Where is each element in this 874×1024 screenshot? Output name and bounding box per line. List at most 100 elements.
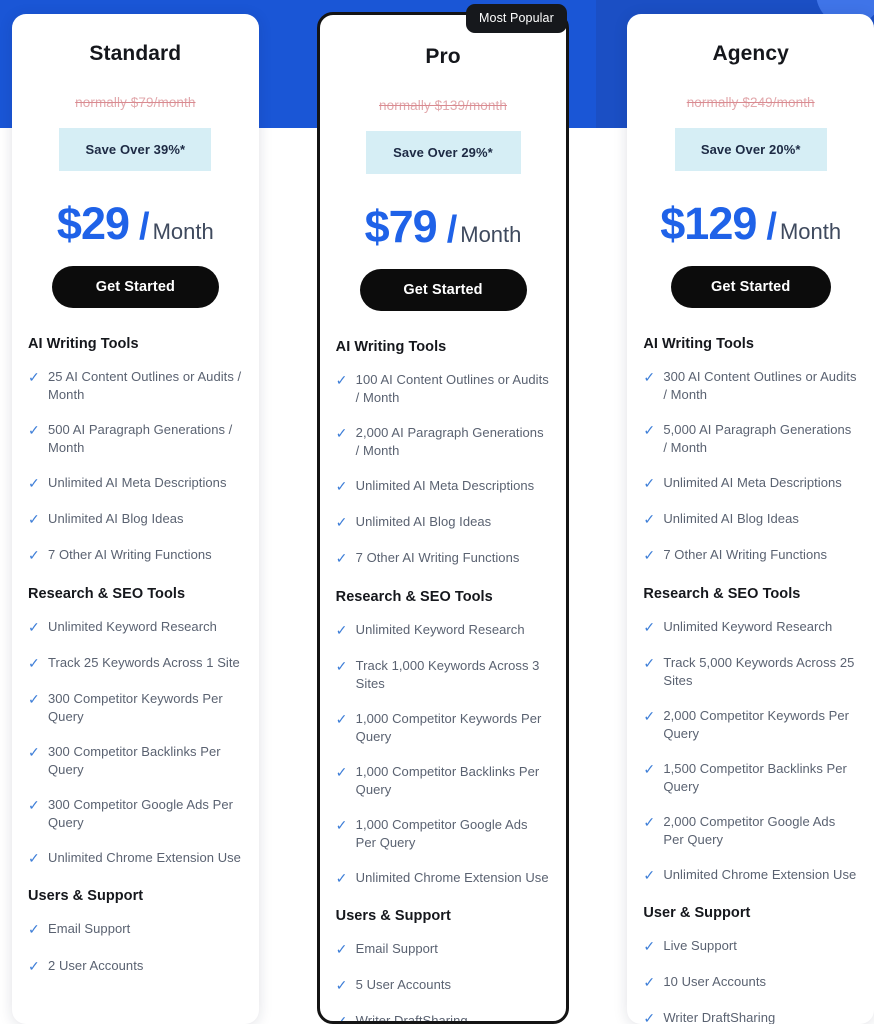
feature-item-label: Email Support <box>48 921 131 937</box>
check-icon: ✓ <box>28 921 40 938</box>
price-period-agency: Month <box>779 219 842 244</box>
feature-group: AI Writing Tools ✓ 300 AI Content Outlines… <box>643 336 858 566</box>
feature-item-label: Writer DraftSharing <box>663 1010 776 1024</box>
pricing-card-agency: Agency normally $249/month Save Over 20%… <box>627 14 874 1024</box>
feature-group-title: AI Writing Tools <box>28 336 139 352</box>
feature-item-label: Track 1,000 Keywords Across 3 Sites <box>355 658 540 691</box>
feature-item: ✓ Email Support <box>28 920 243 939</box>
feature-item-label: Unlimited AI Blog Ideas <box>355 514 492 530</box>
check-icon: ✓ <box>335 763 348 780</box>
check-icon: ✓ <box>335 816 348 833</box>
check-icon: ✓ <box>28 421 40 438</box>
feature-item: ✓ 25 AI Content Outlines or Audits / Mont… <box>28 368 243 404</box>
feature-item-label: 5 User Accounts <box>355 977 452 993</box>
feature-item-label: 500 AI Paragraph Generations / Month <box>48 421 233 455</box>
feature-item-label: Unlimited Keyword Research <box>663 618 833 634</box>
check-icon: ✓ <box>643 707 656 724</box>
feature-item-label: Unlimited AI Meta Descriptions <box>48 474 227 490</box>
feature-item-label: Unlimited AI Blog Ideas <box>663 511 799 527</box>
feature-item: ✓ Writer DraftSharing <box>335 1012 551 1024</box>
feature-item: ✓ 500 AI Paragraph Generations / Month <box>28 421 243 457</box>
feature-item-label: Writer DraftSharing <box>355 1013 468 1024</box>
feature-item-label: Unlimited AI Meta Descriptions <box>663 474 842 490</box>
check-icon: ✓ <box>643 618 656 635</box>
pricing-plans: Standard normally $79/month Save Over 39… <box>0 0 874 1024</box>
get-started-button-standard[interactable]: Get Started <box>51 266 219 308</box>
price-period-standard: Month <box>152 219 214 244</box>
feature-item: ✓ Email Support <box>336 940 551 959</box>
original-price-pro: normally $139/month <box>379 98 507 113</box>
feature-item-label: 300 Competitor Keywords Per Query <box>48 691 223 725</box>
get-started-button-agency[interactable]: Get Started <box>670 266 831 308</box>
original-price-agency: normally $249/month <box>686 95 815 110</box>
feature-item: ✓ 2,000 Competitor Google Ads Per Query <box>643 813 858 849</box>
get-started-button-pro[interactable]: Get Started <box>359 269 527 311</box>
check-icon: ✓ <box>335 869 348 886</box>
check-icon: ✓ <box>643 974 656 991</box>
feature-group: Research & SEO Tools ✓ Unlimited Keyword R… <box>28 586 243 869</box>
feature-item: ✓ 2,000 AI Paragraph Generations / Month <box>336 424 551 460</box>
savings-badge-agency: Save Over 20%* <box>674 128 827 171</box>
feature-group: AI Writing Tools ✓ 100 AI Content Outlines… <box>336 339 551 569</box>
feature-item: ✓ 5,000 AI Paragraph Generations / Month <box>643 421 858 457</box>
feature-item-label: 10 User Accounts <box>663 974 767 990</box>
feature-item: ✓ 5 User Accounts <box>336 976 551 995</box>
feature-group-title: AI Writing Tools <box>643 336 754 352</box>
check-icon: ✓ <box>28 511 40 528</box>
features-standard: AI Writing Tools ✓ 25 AI Content Outlines … <box>12 308 259 976</box>
pricing-card-standard: Standard normally $79/month Save Over 39… <box>12 14 259 1024</box>
check-icon: ✓ <box>643 511 656 528</box>
feature-item: ✓ Unlimited Chrome Extension Use <box>643 866 858 885</box>
feature-item-label: 1,000 Competitor Backlinks Per Query <box>355 763 540 797</box>
feature-group: Research & SEO Tools ✓ Unlimited Keyword R… <box>643 586 858 885</box>
feature-item-label: Unlimited Chrome Extension Use <box>663 866 857 882</box>
price-separator-pro: / <box>446 209 458 251</box>
feature-item-label: 100 AI Content Outlines or Audits / Mont… <box>355 372 549 405</box>
price-separator-standard: / <box>139 206 150 248</box>
check-icon: ✓ <box>28 618 40 635</box>
feature-group: AI Writing Tools ✓ 25 AI Content Outlines … <box>28 336 243 566</box>
check-icon: ✓ <box>28 369 40 385</box>
feature-group-title: AI Writing Tools <box>335 339 447 355</box>
check-icon: ✓ <box>643 655 656 671</box>
feature-item: ✓ Track 25 Keywords Across 1 Site <box>28 654 243 673</box>
check-icon: ✓ <box>335 550 348 567</box>
feature-item: ✓ 7 Other AI Writing Functions <box>28 546 243 565</box>
feature-item-label: 2,000 AI Paragraph Generations / Month <box>355 424 544 458</box>
check-icon: ✓ <box>28 547 40 564</box>
check-icon: ✓ <box>335 658 348 674</box>
feature-item: ✓ 2,000 Competitor Keywords Per Query <box>643 707 858 743</box>
price-row-agency: $129 / Month <box>641 201 860 246</box>
feature-item: ✓ Writer DraftSharing <box>643 1009 858 1024</box>
feature-item: ✓ Live Support <box>643 937 858 956</box>
price-row-standard: $29 / Month <box>26 201 245 246</box>
feature-item: ✓ Unlimited AI Blog Ideas <box>643 510 858 529</box>
feature-item: ✓ 10 User Accounts <box>643 973 858 992</box>
savings-badge-pro: Save Over 29%* <box>365 131 521 174</box>
check-icon: ✓ <box>643 760 656 777</box>
feature-item-label: Unlimited Chrome Extension Use <box>355 869 549 885</box>
feature-item-label: Track 5,000 Keywords Across 25 Sites <box>663 655 855 688</box>
feature-item-label: Unlimited AI Blog Ideas <box>48 511 184 527</box>
check-icon: ✓ <box>335 1013 348 1024</box>
feature-item: ✓ 7 Other AI Writing Functions <box>336 549 551 568</box>
price-period-pro: Month <box>460 222 522 247</box>
feature-group-title: Users & Support <box>28 888 144 905</box>
check-icon: ✓ <box>28 797 40 814</box>
feature-group-title: Users & Support <box>335 907 451 924</box>
check-icon: ✓ <box>335 372 348 388</box>
check-icon: ✓ <box>335 514 348 531</box>
savings-badge-standard: Save Over 39%* <box>59 128 212 171</box>
feature-item: ✓ Unlimited AI Blog Ideas <box>28 510 243 529</box>
price-amount-pro: $79 <box>364 201 438 252</box>
feature-item-label: 7 Other AI Writing Functions <box>663 547 828 563</box>
check-icon: ✓ <box>335 710 348 727</box>
feature-item: ✓ 300 Competitor Backlinks Per Query <box>28 743 243 779</box>
feature-item: ✓ Unlimited Keyword Research <box>28 618 243 637</box>
feature-item: ✓ 1,000 Competitor Keywords Per Query <box>336 710 551 746</box>
feature-item-label: 300 Competitor Google Ads Per Query <box>48 797 233 830</box>
feature-item-label: Unlimited Chrome Extension Use <box>48 849 241 865</box>
feature-item-label: 1,500 Competitor Backlinks Per Query <box>663 760 847 794</box>
check-icon: ✓ <box>335 477 348 494</box>
feature-item-label: 2,000 Competitor Keywords Per Query <box>663 707 850 741</box>
